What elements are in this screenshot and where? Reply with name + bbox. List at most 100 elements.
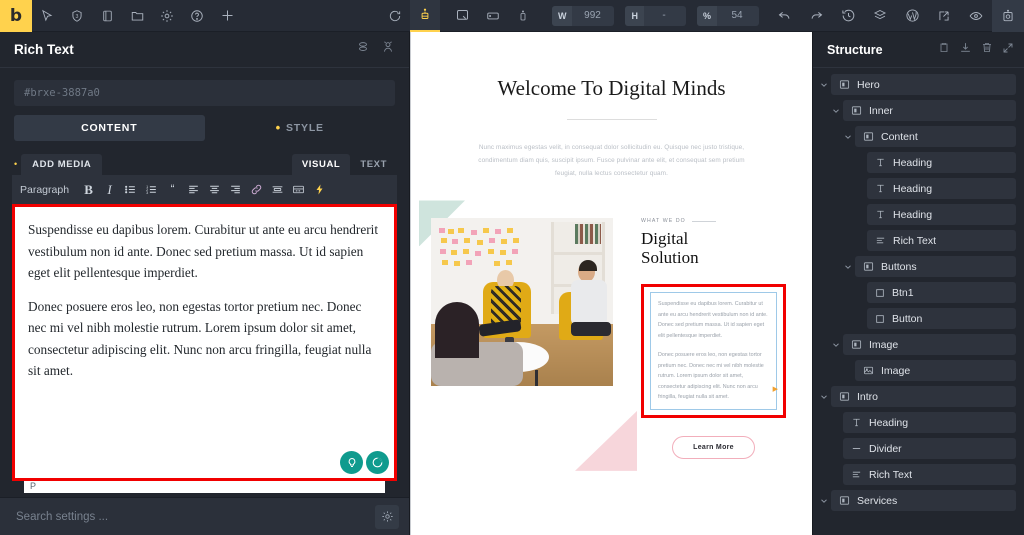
image-column[interactable] <box>419 200 637 471</box>
duplicate-settings-icon[interactable] <box>356 40 370 59</box>
chevron-down-icon[interactable] <box>817 496 831 506</box>
chevron-down-icon[interactable] <box>829 106 843 116</box>
height-value[interactable]: - <box>644 6 686 26</box>
help-icon[interactable] <box>182 0 212 32</box>
section-heading[interactable]: Digital Solution <box>641 230 721 267</box>
width-field[interactable]: W 992 <box>551 5 615 26</box>
editor-content[interactable]: Suspendisse eu dapibus lorem. Curabitur … <box>15 207 394 394</box>
preview-icon[interactable] <box>960 0 992 32</box>
resize-arrow-icon[interactable]: ▶ <box>773 385 778 393</box>
grammarly-status-icon[interactable] <box>366 451 389 474</box>
tree-row[interactable]: Button <box>853 308 1016 329</box>
tree-row[interactable]: Divider <box>829 438 1016 459</box>
insert-link-icon[interactable] <box>247 180 266 199</box>
tree-row[interactable]: Image <box>829 334 1016 355</box>
tree-node-button[interactable]: Button <box>867 308 1016 329</box>
add-media-button[interactable]: ADD MEDIA <box>21 154 103 175</box>
wordpress-icon[interactable] <box>896 0 928 32</box>
tree-node-services[interactable]: Services <box>831 490 1016 511</box>
user-settings-icon[interactable] <box>381 40 395 59</box>
chevron-down-icon[interactable] <box>829 340 843 350</box>
open-external-icon[interactable] <box>928 0 960 32</box>
tree-node-divider[interactable]: Divider <box>843 438 1016 459</box>
chevron-down-icon[interactable] <box>841 262 855 272</box>
tree-row[interactable]: Rich Text <box>829 464 1016 485</box>
rich-text-editing-area[interactable]: Suspendisse eu dapibus lorem. Curabitur … <box>12 204 397 481</box>
folder-icon[interactable] <box>122 0 152 32</box>
tree-row[interactable]: Heading <box>853 178 1016 199</box>
templates-icon[interactable] <box>864 0 896 32</box>
shield-icon[interactable]: 3 <box>62 0 92 32</box>
tree-row[interactable]: Services <box>817 490 1016 511</box>
tree-node-hero[interactable]: Hero <box>831 74 1016 95</box>
align-right-icon[interactable] <box>226 180 245 199</box>
refresh-icon[interactable] <box>380 0 410 32</box>
breakpoint-mobile-icon[interactable] <box>508 0 538 32</box>
search-settings-input[interactable]: Search settings ... <box>16 511 375 523</box>
height-field[interactable]: H - <box>625 5 686 26</box>
numbered-list-icon[interactable]: 123 <box>142 180 161 199</box>
width-value[interactable]: 992 <box>572 6 614 26</box>
chevron-down-icon[interactable] <box>817 80 831 90</box>
cursor-icon[interactable] <box>32 0 62 32</box>
chevron-down-icon[interactable] <box>817 392 831 402</box>
people-meeting-photo[interactable] <box>431 218 613 387</box>
hero-divider[interactable] <box>566 119 657 120</box>
tree-node-heading[interactable]: Heading <box>867 152 1016 173</box>
blockquote-icon[interactable]: “ <box>163 180 182 199</box>
tree-node-heading[interactable]: Heading <box>867 204 1016 225</box>
gear-icon[interactable] <box>152 0 182 32</box>
tree-row[interactable]: Intro <box>817 386 1016 407</box>
tree-row[interactable]: Btn1 <box>853 282 1016 303</box>
bricks-logo-button[interactable]: b <box>0 0 32 32</box>
collapse-icon[interactable] <box>1002 41 1014 59</box>
section-eyebrow[interactable]: WHAT WE DO <box>641 218 786 224</box>
trash-icon[interactable] <box>981 41 993 59</box>
tab-style[interactable]: • STYLE <box>205 115 396 141</box>
tree-row[interactable]: Inner <box>829 100 1016 121</box>
tree-row[interactable]: Content <box>841 126 1016 147</box>
page-icon[interactable] <box>92 0 122 32</box>
bullet-list-icon[interactable] <box>121 180 140 199</box>
tree-node-content[interactable]: Content <box>855 126 1016 147</box>
download-icon[interactable] <box>959 41 972 59</box>
tree-row[interactable]: Heading <box>853 152 1016 173</box>
grammarly-suggestion-icon[interactable] <box>340 451 363 474</box>
format-select[interactable]: Paragraph <box>20 184 69 196</box>
tree-row[interactable]: Buttons <box>841 256 1016 277</box>
chevron-down-icon[interactable] <box>841 132 855 142</box>
tab-text[interactable]: TEXT <box>350 154 397 175</box>
breakpoint-desktop-icon[interactable] <box>448 0 478 32</box>
tree-row[interactable]: Hero <box>817 74 1016 95</box>
clipboard-icon[interactable] <box>938 41 950 59</box>
tree-row[interactable]: Heading <box>829 412 1016 433</box>
learn-more-button[interactable]: Learn More <box>672 435 755 459</box>
selected-rich-text-element[interactable]: Suspendisse eu dapibus lorem. Curabitur … <box>641 284 786 418</box>
bold-icon[interactable]: B <box>79 180 98 199</box>
gear-icon[interactable] <box>375 504 399 529</box>
zoom-field[interactable]: % 54 <box>696 5 759 26</box>
element-id-field[interactable]: #brxe-3887a0 <box>14 80 395 106</box>
responsive-base-icon[interactable] <box>409 0 440 32</box>
tree-node-buttons[interactable]: Buttons <box>855 256 1016 277</box>
tree-node-heading[interactable]: Heading <box>867 178 1016 199</box>
undo-icon[interactable] <box>768 0 800 32</box>
tree-node-btn1[interactable]: Btn1 <box>867 282 1016 303</box>
tree-node-inner[interactable]: Inner <box>843 100 1016 121</box>
hero-heading[interactable]: Welcome To Digital Minds <box>493 76 730 101</box>
plus-icon[interactable] <box>212 0 242 32</box>
breakpoint-tablet-icon[interactable] <box>478 0 508 32</box>
tab-content[interactable]: CONTENT <box>14 115 205 141</box>
save-icon[interactable] <box>992 0 1024 32</box>
tree-row[interactable]: Image <box>841 360 1016 381</box>
tree-row[interactable]: Rich Text <box>853 230 1016 251</box>
revisions-icon[interactable] <box>832 0 864 32</box>
zoom-value[interactable]: 54 <box>717 6 759 26</box>
tree-node-intro[interactable]: Intro <box>831 386 1016 407</box>
hero-paragraph[interactable]: Nunc maximus egestas velit, in consequat… <box>467 142 757 180</box>
tab-visual[interactable]: VISUAL <box>291 154 351 175</box>
align-center-icon[interactable] <box>205 180 224 199</box>
tree-node-image[interactable]: Image <box>843 334 1016 355</box>
tree-node-rich-text[interactable]: Rich Text <box>867 230 1016 251</box>
shortcode-icon[interactable] <box>310 180 329 199</box>
